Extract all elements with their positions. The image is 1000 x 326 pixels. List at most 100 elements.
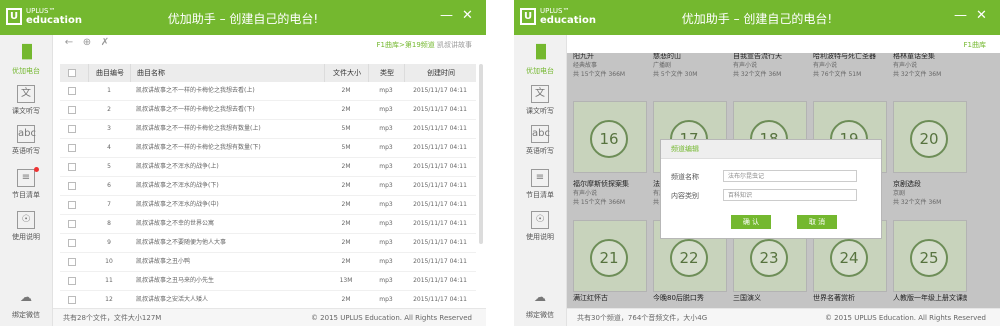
track-name: 凯叔讲故事之不要随便为他人大事 <box>136 239 227 246</box>
channel-edit-dialog: 频道编辑 频道名称 法布尔昆虫记 内容类别 百科知识 确 认 取 消 <box>660 139 882 239</box>
delete-icon[interactable]: ✗ <box>100 38 110 48</box>
header-size[interactable]: 文件大小 <box>324 64 369 82</box>
sound-wave-icon: ▐▌ <box>531 45 551 60</box>
row-checkbox[interactable] <box>68 82 76 100</box>
table-row[interactable]: 1 凯叔讲故事之不一样的卡梅伦之我想去看(上) 2M mp3 2015/11/17 04… <box>60 82 476 101</box>
channel-category: 有声小说 <box>813 62 838 69</box>
channel-title: 格林童话全集 <box>893 53 935 60</box>
channel-card[interactable]: 满江红怀古 <box>573 293 647 303</box>
bind-wechat-button[interactable]: ☁ 绑定微信 <box>514 289 566 320</box>
channel-card[interactable]: 今晚80后脱口秀 <box>653 293 727 303</box>
minimize-icon[interactable]: — <box>954 8 967 24</box>
app-title: 优加助手 – 创建自己的电台! <box>681 12 833 26</box>
close-icon[interactable]: ✕ <box>976 8 987 24</box>
track-size: 2M <box>341 163 351 170</box>
confirm-button[interactable]: 确 认 <box>731 215 771 229</box>
row-checkbox[interactable] <box>68 272 76 290</box>
table-row[interactable]: 3 凯叔讲故事之不一样的卡梅伦之我想有数量(上) 5M mp3 2015/11/17 0… <box>60 120 476 139</box>
channel-card[interactable]: 人教版一年级上册文课朗读 <box>893 293 967 303</box>
header-name[interactable]: 曲目名称 <box>130 64 337 82</box>
channel-name-label: 频道名称 <box>671 173 699 181</box>
row-checkbox[interactable] <box>68 253 76 271</box>
sidebar-item-radio[interactable]: ▐▌ 优加电台 <box>0 45 52 76</box>
track-name: 凯叔讲故事之不一样的卡梅伦之我想有数量(下) <box>136 144 261 151</box>
track-number: 5 <box>107 163 111 170</box>
track-size: 5M <box>341 144 351 151</box>
sidebar-item-program-list[interactable]: ≡ 节目清单 <box>0 167 52 200</box>
track-time: 2015/11/17 04:11 <box>413 220 467 227</box>
sidebar-item-english-dictation[interactable]: abc 英语听写 <box>0 125 52 156</box>
row-checkbox[interactable] <box>68 120 76 138</box>
channel-card[interactable]: 三国演义 <box>733 293 807 303</box>
scrollbar[interactable] <box>479 64 483 244</box>
sidebar-item-program-list[interactable]: ≡ 节目清单 <box>514 169 566 200</box>
sidebar-item-radio[interactable]: ▐▌ 优加电台 <box>514 45 566 76</box>
close-icon[interactable]: ✕ <box>462 8 473 24</box>
sidebar-item-label: 课文听写 <box>12 107 40 115</box>
channel-card[interactable]: 格林童话全集 有声小说共 32个文件 36M <box>893 53 967 79</box>
row-checkbox[interactable] <box>68 101 76 119</box>
channel-card[interactable]: 世界名著赏析 <box>813 293 887 303</box>
channel-summary: 共有30个频道，764个音频文件，大小4G <box>577 314 708 322</box>
header-time[interactable]: 创建时间 <box>404 64 477 82</box>
track-time: 2015/11/17 04:11 <box>413 239 467 246</box>
track-type: mp3 <box>379 239 393 246</box>
row-checkbox[interactable] <box>68 215 76 233</box>
track-time: 2015/11/17 04:11 <box>413 125 467 132</box>
table-row[interactable]: 7 凯叔讲故事之不浑水的战争(中) 2M mp3 2015/11/17 04:11 <box>60 196 476 215</box>
row-checkbox[interactable] <box>68 291 76 309</box>
table-row[interactable]: 10 凯叔讲故事之丑小鸭 2M mp3 2015/11/17 04:11 <box>60 253 476 272</box>
channel-card[interactable]: 阳九升 经典故事共 15个文件 366M <box>573 53 647 79</box>
row-checkbox[interactable] <box>68 177 76 195</box>
breadcrumb[interactable]: F1曲库 <box>964 40 986 50</box>
header-type[interactable]: 类型 <box>368 64 405 82</box>
track-number: 4 <box>107 144 111 151</box>
table-row[interactable]: 8 凯叔讲故事之不幸的世界公寓 2M mp3 2015/11/17 04:11 <box>60 215 476 234</box>
bind-wechat-button[interactable]: ☁ 绑定微信 <box>0 289 52 320</box>
row-checkbox[interactable] <box>68 139 76 157</box>
table-row[interactable]: 9 凯叔讲故事之不要随便为他人大事 2M mp3 2015/11/17 04:11 <box>60 234 476 253</box>
minimize-icon[interactable]: — <box>440 8 453 24</box>
channel-number: 20 <box>910 120 948 158</box>
cancel-button[interactable]: 取 消 <box>797 215 837 229</box>
sidebar-item-text-dictation[interactable]: 文 课文听写 <box>0 85 52 116</box>
channel-name-input[interactable]: 法布尔昆虫记 <box>723 170 857 182</box>
header-num[interactable]: 曲目编号 <box>88 64 131 82</box>
add-icon[interactable]: ⊕ <box>82 38 92 48</box>
table-row[interactable]: 2 凯叔讲故事之不一样的卡梅伦之我想去看(下) 2M mp3 2015/11/17 04… <box>60 101 476 120</box>
back-icon[interactable]: ← <box>64 38 74 48</box>
channel-thumbnail[interactable]: 25 <box>893 220 967 292</box>
track-size: 2M <box>341 87 351 94</box>
track-size: 2M <box>341 220 351 227</box>
table-header: 曲目编号 曲目名称 文件大小 类型 创建时间 <box>60 64 476 82</box>
breadcrumb-path[interactable]: F1曲库>第19频道 <box>377 41 437 49</box>
track-type: mp3 <box>379 163 393 170</box>
content-category-input[interactable]: 百科知识 <box>723 189 857 201</box>
sidebar-item-label: 绑定微信 <box>526 311 554 319</box>
select-all-checkbox[interactable] <box>68 64 76 82</box>
dialog-title: 频道编辑 <box>661 140 881 159</box>
sidebar-item-text-dictation[interactable]: 文 课文听写 <box>514 85 566 116</box>
sidebar-item-help[interactable]: ☉ 使用说明 <box>514 211 566 242</box>
channel-thumbnail[interactable]: 16 <box>573 101 647 173</box>
table-row[interactable]: 5 凯叔讲故事之不浑水的战争(上) 2M mp3 2015/11/17 04:11 <box>60 158 476 177</box>
sidebar-item-help[interactable]: ☉ 使用说明 <box>0 211 52 242</box>
channel-card[interactable]: 自我宣告流行天 有声小说共 32个文件 36M <box>733 53 807 79</box>
channel-stats: 共 76个文件 51M <box>813 71 862 78</box>
table-row[interactable]: 6 凯叔讲故事之不浑水的战争(下) 2M mp3 2015/11/17 04:11 <box>60 177 476 196</box>
copyright: © 2015 UPLUS Education. All Rights Reser… <box>310 314 472 322</box>
track-name: 凯叔讲故事之不浑水的战争(下) <box>136 182 219 189</box>
channel-card[interactable]: 京剧选段 京剧共 32个文件 36M <box>893 179 967 207</box>
channel-thumbnail[interactable]: 20 <box>893 101 967 173</box>
sidebar-item-english-dictation[interactable]: abc 英语听写 <box>514 125 566 156</box>
channel-card[interactable]: 哈利波特与死亡圣器 有声小说共 76个文件 51M <box>813 53 887 79</box>
channel-card[interactable]: 福尔摩斯侦探案集 有声小说共 15个文件 366M <box>573 179 647 207</box>
track-type: mp3 <box>379 182 393 189</box>
table-row[interactable]: 4 凯叔讲故事之不一样的卡梅伦之我想有数量(下) 5M mp3 2015/11/17 0… <box>60 139 476 158</box>
row-checkbox[interactable] <box>68 234 76 252</box>
channel-card[interactable]: 慈悲的山 广播剧共 5个文件 30M <box>653 53 727 79</box>
row-checkbox[interactable] <box>68 196 76 214</box>
row-checkbox[interactable] <box>68 158 76 176</box>
table-row[interactable]: 11 凯叔讲故事之丑马来的小先生 13M mp3 2015/11/17 04:11 <box>60 272 476 291</box>
channel-thumbnail[interactable]: 21 <box>573 220 647 292</box>
